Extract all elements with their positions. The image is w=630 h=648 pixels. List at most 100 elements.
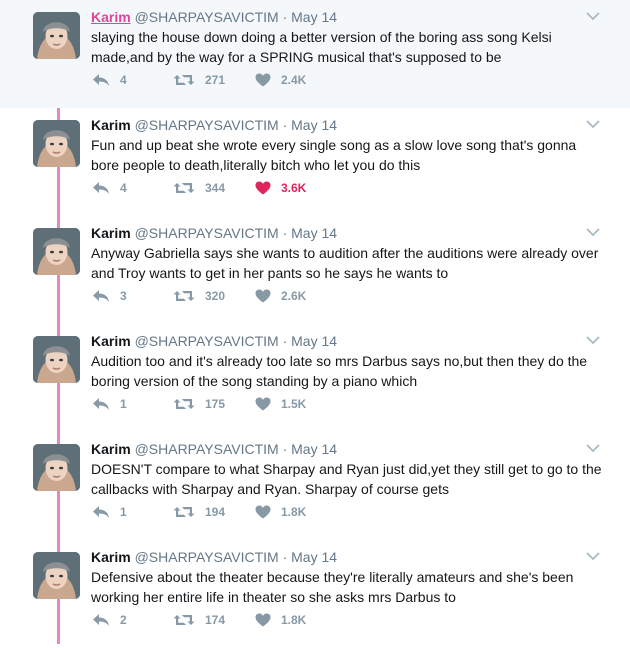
- tweet-text: Defensive about the theater because they…: [91, 569, 574, 605]
- avatar[interactable]: [33, 552, 80, 599]
- retweet-button[interactable]: 175: [173, 395, 225, 413]
- author-name[interactable]: Karim: [91, 9, 131, 25]
- like-count: 1.8K: [281, 505, 307, 519]
- tweet-actions: 4 344 3.6K: [92, 179, 412, 197]
- avatar[interactable]: [33, 120, 80, 167]
- author-handle[interactable]: @SHARPAYSAVICTIM: [135, 549, 279, 565]
- retweet-icon: [173, 507, 195, 517]
- retweet-count: 174: [205, 613, 226, 627]
- like-button[interactable]: 1.5K: [255, 395, 306, 413]
- tweet[interactable]: Karim @SHARPAYSAVICTIM · May 14 Audition…: [0, 324, 630, 432]
- author-handle[interactable]: @SHARPAYSAVICTIM: [135, 225, 279, 241]
- reply-button[interactable]: 2: [92, 611, 127, 629]
- author-name[interactable]: Karim: [91, 549, 131, 565]
- reply-count: 4: [120, 181, 127, 195]
- tweet-text: DOESN'T compare to what Sharpay and Ryan…: [91, 461, 602, 497]
- tweet-header: Karim @SHARPAYSAVICTIM · May 14: [91, 440, 337, 458]
- reply-button[interactable]: 1: [92, 395, 127, 413]
- retweet-button[interactable]: 194: [173, 503, 225, 521]
- tweet[interactable]: Karim @SHARPAYSAVICTIM · May 14 Anyway G…: [0, 216, 630, 324]
- heart-icon: [255, 397, 271, 411]
- tweet-header: Karim @SHARPAYSAVICTIM · May 14: [91, 224, 337, 242]
- heart-icon: [255, 181, 271, 195]
- tweet-date[interactable]: · May 14: [283, 117, 337, 133]
- retweet-count: 194: [205, 505, 226, 519]
- retweet-icon: [173, 399, 195, 409]
- author-name[interactable]: Karim: [91, 441, 131, 457]
- retweet-icon: [173, 615, 195, 625]
- reply-button[interactable]: 3: [92, 287, 127, 305]
- like-count: 3.6K: [281, 181, 307, 195]
- tweet-actions: 1 175 1.5K: [92, 395, 412, 413]
- tweet-actions: 4 271 2.4K: [92, 71, 412, 89]
- reply-count: 1: [120, 397, 127, 411]
- chevron-down-icon[interactable]: [585, 9, 601, 23]
- chevron-down-icon[interactable]: [585, 549, 601, 563]
- chevron-down-icon[interactable]: [585, 333, 601, 347]
- tweet-header: Karim @SHARPAYSAVICTIM · May 14: [91, 116, 337, 134]
- retweet-button[interactable]: 174: [173, 611, 225, 629]
- tweet[interactable]: Karim @SHARPAYSAVICTIM · May 14 DOESN'T …: [0, 432, 630, 540]
- like-button[interactable]: 2.6K: [255, 287, 306, 305]
- avatar[interactable]: [33, 228, 80, 275]
- tweet-text: Anyway Gabriella says she wants to audit…: [91, 245, 599, 281]
- tweet-date[interactable]: · May 14: [283, 441, 337, 457]
- reply-count: 2: [120, 613, 127, 627]
- reply-icon: [93, 74, 109, 86]
- like-button[interactable]: 2.4K: [255, 71, 306, 89]
- reply-button[interactable]: 4: [92, 179, 127, 197]
- author-name[interactable]: Karim: [91, 333, 131, 349]
- like-count: 2.4K: [281, 73, 307, 87]
- retweet-icon: [173, 183, 195, 193]
- reply-icon: [93, 506, 109, 518]
- retweet-button[interactable]: 271: [173, 71, 225, 89]
- avatar[interactable]: [33, 12, 80, 59]
- chevron-down-icon[interactable]: [585, 225, 601, 239]
- author-handle[interactable]: @SHARPAYSAVICTIM: [135, 333, 279, 349]
- retweet-count: 344: [205, 181, 226, 195]
- like-count: 1.8K: [281, 613, 307, 627]
- like-button[interactable]: 1.8K: [255, 503, 306, 521]
- retweet-button[interactable]: 320: [173, 287, 225, 305]
- chevron-down-icon[interactable]: [585, 117, 601, 131]
- tweet-date[interactable]: · May 14: [283, 225, 337, 241]
- tweet-date[interactable]: · May 14: [283, 333, 337, 349]
- heart-icon: [255, 73, 271, 87]
- tweet-date[interactable]: · May 14: [283, 549, 337, 565]
- retweet-button[interactable]: 344: [173, 179, 225, 197]
- like-button[interactable]: 3.6K: [255, 179, 306, 197]
- tweet-text: slaying the house down doing a better ve…: [91, 29, 552, 65]
- tweet[interactable]: Karim @SHARPAYSAVICTIM · May 14 Fun and …: [0, 108, 630, 216]
- retweet-count: 320: [205, 289, 226, 303]
- tweet[interactable]: Karim @SHARPAYSAVICTIM · May 14 slaying …: [0, 0, 630, 108]
- tweet-header: Karim @SHARPAYSAVICTIM · May 14: [91, 8, 337, 26]
- tweet-text: Audition too and it's already too late s…: [91, 353, 588, 389]
- reply-count: 4: [120, 73, 127, 87]
- reply-button[interactable]: 4: [92, 71, 127, 89]
- avatar[interactable]: [33, 444, 80, 491]
- author-handle[interactable]: @SHARPAYSAVICTIM: [135, 117, 279, 133]
- tweet-actions: 2 174 1.8K: [92, 611, 412, 629]
- tweet[interactable]: Karim @SHARPAYSAVICTIM · May 14 Defensiv…: [0, 540, 630, 648]
- author-name[interactable]: Karim: [91, 117, 131, 133]
- author-name[interactable]: Karim: [91, 225, 131, 241]
- heart-icon: [255, 289, 271, 303]
- retweet-count: 175: [205, 397, 226, 411]
- avatar[interactable]: [33, 336, 80, 383]
- reply-button[interactable]: 1: [92, 503, 127, 521]
- like-button[interactable]: 1.8K: [255, 611, 306, 629]
- reply-count: 1: [120, 505, 127, 519]
- reply-icon: [93, 614, 109, 626]
- tweet-date[interactable]: · May 14: [283, 9, 337, 25]
- chevron-down-icon[interactable]: [585, 441, 601, 455]
- heart-icon: [255, 613, 271, 627]
- tweet-text: Fun and up beat she wrote every single s…: [91, 137, 577, 173]
- author-handle[interactable]: @SHARPAYSAVICTIM: [135, 9, 279, 25]
- author-handle[interactable]: @SHARPAYSAVICTIM: [135, 441, 279, 457]
- tweet-header: Karim @SHARPAYSAVICTIM · May 14: [91, 548, 337, 566]
- retweet-count: 271: [205, 73, 226, 87]
- retweet-icon: [173, 75, 195, 85]
- tweet-header: Karim @SHARPAYSAVICTIM · May 14: [91, 332, 337, 350]
- retweet-icon: [173, 291, 195, 301]
- tweet-actions: 1 194 1.8K: [92, 503, 412, 521]
